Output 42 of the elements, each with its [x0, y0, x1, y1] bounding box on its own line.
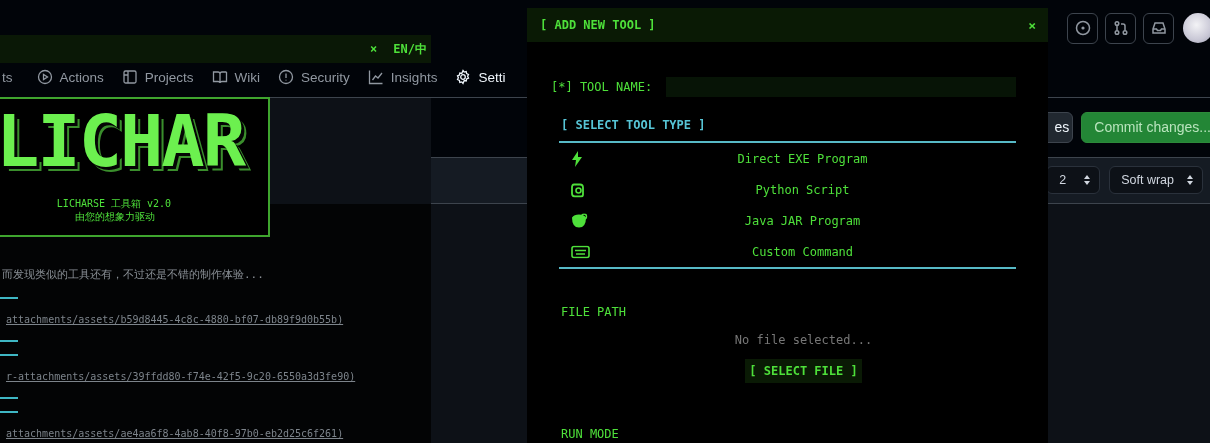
play-icon	[36, 69, 53, 86]
app-subtitle: LICHARSE 工具箱 v2.0	[56, 197, 172, 210]
close-button[interactable]: ×	[370, 42, 378, 56]
nav-tab[interactable]: Security	[269, 69, 359, 86]
logo-text: LICHAR	[0, 103, 245, 179]
settings-icon	[455, 69, 472, 86]
lightning-icon	[571, 150, 583, 167]
field-label: [*] TOOL NAME:	[551, 80, 653, 94]
tool-type-option[interactable]: Python Script	[559, 174, 1016, 205]
indent-select[interactable]: 2	[1046, 166, 1101, 195]
nav-tab[interactable]: Insights	[358, 69, 447, 86]
keyboard-icon	[571, 245, 590, 258]
cup-icon	[571, 213, 588, 228]
tool-type-option[interactable]: Direct EXE Program	[559, 143, 1016, 174]
editor-line: 而发现类似的工具还有，不过还是不错的制作体验...	[1, 267, 264, 283]
book-icon	[211, 69, 228, 86]
info-icon	[278, 69, 295, 86]
language-toggle[interactable]: EN/中	[393, 40, 427, 58]
section-label: FILE PATH	[561, 305, 628, 319]
section-heading: [ SELECT TOOL TYPE ]	[559, 118, 1016, 143]
file-path-text: No file selected...	[733, 333, 874, 347]
sort-icon	[1186, 174, 1194, 187]
wrap-select[interactable]: Soft wrap	[1109, 166, 1203, 195]
avatar[interactable]	[1183, 13, 1210, 44]
issues-icon[interactable]	[1067, 12, 1098, 44]
app-tagline: 由您的想象力驱动	[75, 210, 155, 223]
sort-icon	[1083, 174, 1092, 187]
nav-tab[interactable]: Actions	[27, 69, 113, 86]
nav-tab[interactable]: ts	[0, 69, 22, 85]
nav-tab[interactable]: Projects	[112, 69, 203, 86]
inbox-icon[interactable]	[1143, 12, 1174, 44]
nav-tab[interactable]: Wiki	[202, 69, 270, 86]
close-button[interactable]: ×	[1028, 17, 1036, 33]
graph-icon	[367, 69, 384, 86]
table-icon	[121, 69, 138, 86]
pull-request-icon[interactable]	[1105, 12, 1136, 44]
select-file-button[interactable]: [ SELECT FILE ]	[745, 359, 862, 383]
tool-type-option[interactable]: Custom Command	[559, 236, 1016, 267]
tool-type-option[interactable]: Java JAR Program	[559, 205, 1016, 236]
section-label: RUN MODE	[561, 427, 620, 441]
dialog-title: [ ADD NEW TOOL ]	[540, 18, 656, 32]
nav-tab[interactable]: Setti	[446, 69, 515, 86]
